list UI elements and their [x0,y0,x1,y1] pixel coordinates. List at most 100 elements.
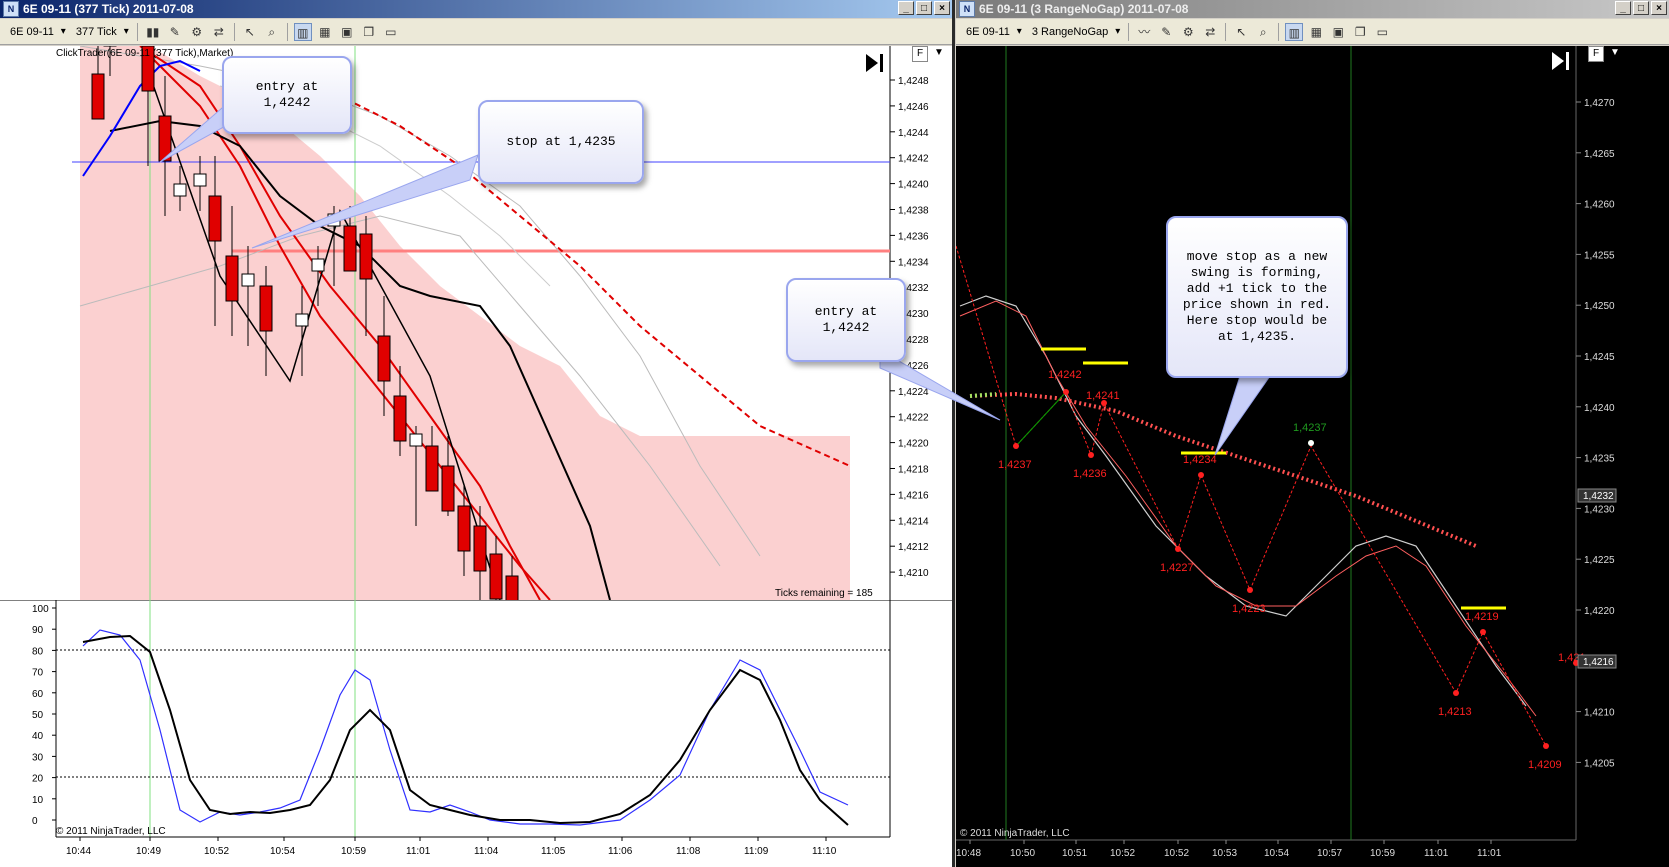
period-selector[interactable]: 377 Tick [72,23,131,41]
snapshot-icon[interactable]: ▣ [338,23,356,41]
current-price-tag: 1,4216 [1583,657,1614,668]
time-tick: 10:44 [66,846,91,857]
drawing-tool-icon[interactable]: ✎ [1157,23,1175,41]
price-tick: 1,4245 [1584,352,1615,363]
chart-trader-icon[interactable]: ▥ [293,22,312,41]
candle-body [311,258,325,272]
candle-body [425,445,439,492]
price-tick: 1,4230 [1584,504,1615,515]
copyright-left: © 2011 NinjaTrader, LLC [56,826,166,837]
candle-body [409,433,423,447]
copy-icon[interactable]: ❐ [1351,23,1369,41]
candle-body [259,285,273,332]
right-title-bar[interactable]: N 6E 09-11 (3 RangeNoGap) 2011-07-08 _ □… [956,0,1669,18]
copyright-right: © 2011 NinjaTrader, LLC [960,828,1070,839]
close-button[interactable]: × [1651,1,1667,15]
instrument-selector[interactable]: 6E 09-11 [6,23,68,41]
candle-body [193,173,207,187]
pointer-icon[interactable]: ↖ [1232,23,1250,41]
swing-point [1063,389,1069,395]
time-tick: 10:54 [270,846,295,857]
time-tick: 10:52 [1110,848,1135,859]
snapshot-icon[interactable]: ▣ [1329,23,1347,41]
price-tick: 1,4222 [898,413,929,424]
price-tick: 1,4255 [1584,250,1615,261]
minimize-button[interactable]: _ [1615,1,1631,15]
right-chart-window: N 6E 09-11 (3 RangeNoGap) 2011-07-08 _ □… [956,0,1669,867]
instrument-selector[interactable]: 6E 09-11 [962,23,1024,41]
osc-tick: 90 [32,625,44,636]
osc-tick: 0 [32,816,38,827]
time-tick: 10:54 [1264,848,1289,859]
strategy-icon[interactable]: ⇄ [210,23,228,41]
swing-label: 1,4237 [1293,422,1327,434]
drawing-tool-icon[interactable]: ✎ [166,23,184,41]
swing-point [1088,452,1094,458]
swing-label: 1,4223 [1232,603,1266,615]
left-title-bar[interactable]: N 6E 09-11 (377 Tick) 2011-07-08 _ □ × [0,0,952,18]
window-icon[interactable]: ▭ [1373,23,1391,41]
price-tick: 1,4242 [898,154,929,165]
zoom-icon[interactable]: ⌕ [263,23,281,41]
strategy-icon[interactable]: ⇄ [1201,23,1219,41]
time-tick: 11:01 [1477,848,1502,859]
properties-icon[interactable]: ▦ [316,23,334,41]
axis-menu-icon[interactable]: ▼ [930,46,948,60]
minimize-button[interactable]: _ [898,1,914,15]
time-tick: 10:59 [1370,848,1395,859]
swing-label: 1,4209 [1528,759,1562,771]
line-type-icon[interactable]: 〰 [1135,23,1153,41]
price-tick: 1,4212 [898,542,929,553]
properties-icon[interactable]: ▦ [1307,23,1325,41]
indicator-icon[interactable]: ⚙ [188,23,206,41]
price-tick: 1,4238 [898,206,929,217]
right-toolbar: 6E 09-11 3 RangeNoGap 〰 ✎ ⚙ ⇄ ↖ ⌕ ▥ ▦ ▣ … [956,19,1669,45]
maximize-button[interactable]: □ [1633,1,1649,15]
time-tick: 10:53 [1212,848,1237,859]
price-tick: 1,4224 [898,387,929,398]
copy-icon[interactable]: ❐ [360,23,378,41]
price-tick: 1,4205 [1584,758,1615,769]
bar-type-icon[interactable]: ▮▮ [144,23,162,41]
swing-label: 1,4236 [1073,468,1107,480]
window-icon[interactable]: ▭ [382,23,400,41]
price-tick: 1,4246 [898,102,929,113]
swing-label: 1,4213 [1438,706,1472,718]
swing-label: 1,4237 [998,459,1032,471]
candle-body [343,225,357,272]
candle-body [441,465,455,512]
indicator-icon[interactable]: ⚙ [1179,23,1197,41]
left-stochastic-panel[interactable]: 1009080706050403020100 10:44 10:49 10:52 10… [0,600,952,867]
swing-point [1175,546,1181,552]
candle-body [457,505,471,552]
last-price-tag: 1,4232 [1583,491,1614,502]
pointer-icon[interactable]: ↖ [241,23,259,41]
candle-body [241,273,255,287]
price-tick: 1,4240 [898,180,929,191]
swing-label: 1,4227 [1160,562,1194,574]
maximize-button[interactable]: □ [916,1,932,15]
close-button[interactable]: × [934,1,950,15]
price-tick: 1,4216 [898,490,929,501]
price-tick: 1,4210 [1584,708,1615,719]
f-button[interactable]: F [1588,46,1604,62]
swing-point [1198,472,1204,478]
period-selector[interactable]: 3 RangeNoGap [1028,23,1122,41]
time-tick: 11:04 [474,846,499,857]
chart-trader-icon[interactable]: ▥ [1285,22,1304,41]
zoom-icon[interactable]: ⌕ [1254,23,1272,41]
osc-tick: 40 [32,731,44,742]
time-tick: 10:50 [1010,848,1035,859]
price-tick: 1,4240 [1584,403,1615,414]
candle-body [505,575,519,600]
move-stop-callout: move stop as a new swing is forming, add… [1166,216,1348,378]
axis-menu-icon[interactable]: ▼ [1606,46,1624,60]
right-price-chart[interactable]: 1,4270 1,4265 1,4260 1,4255 1,4250 1,4245 1,42… [956,46,1669,867]
f-button[interactable]: F [912,46,928,62]
osc-tick: 30 [32,752,44,763]
price-tick: 1,4214 [898,516,929,527]
time-tick: 11:01 [1424,848,1449,859]
price-tick: 1,4218 [898,465,929,476]
osc-tick: 50 [32,710,44,721]
candle-body [359,233,373,280]
